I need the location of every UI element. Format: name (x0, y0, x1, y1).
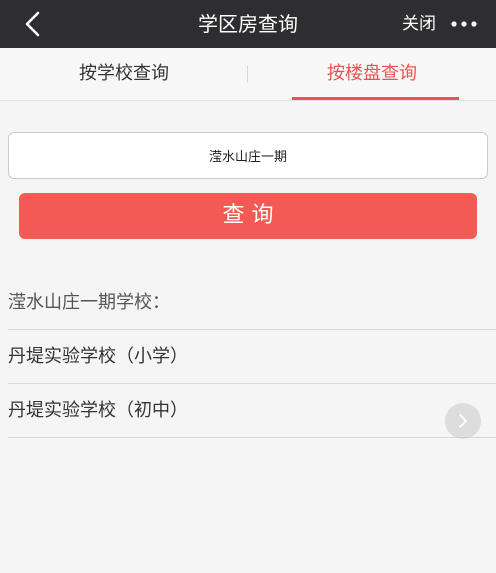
tab-by-school[interactable]: 按学校查询 (0, 48, 248, 100)
result-item-middle-school[interactable]: 丹堤实验学校（初中） (8, 383, 496, 437)
result-item-primary-school[interactable]: 丹堤实验学校（小学） (8, 329, 496, 383)
results-list: 丹堤实验学校（小学） 丹堤实验学校（初中） (0, 329, 496, 438)
tab-by-estate[interactable]: 按楼盘查询 (248, 48, 496, 100)
query-button[interactable]: 查 询 (19, 193, 477, 239)
tab-bar: 按学校查询 按楼盘查询 (0, 48, 496, 101)
close-button[interactable]: 关闭 (402, 0, 436, 48)
list-divider (8, 437, 496, 438)
estate-search-input[interactable] (8, 132, 488, 179)
top-bar: 学区房查询 关闭 (0, 0, 496, 48)
floating-scroll-button[interactable] (445, 403, 481, 439)
results-heading: 滢水山庄一期学校： (8, 292, 170, 313)
active-tab-indicator (292, 97, 459, 100)
more-dots-icon (451, 21, 477, 27)
chevron-right-icon (459, 414, 467, 428)
more-button[interactable] (448, 6, 480, 42)
